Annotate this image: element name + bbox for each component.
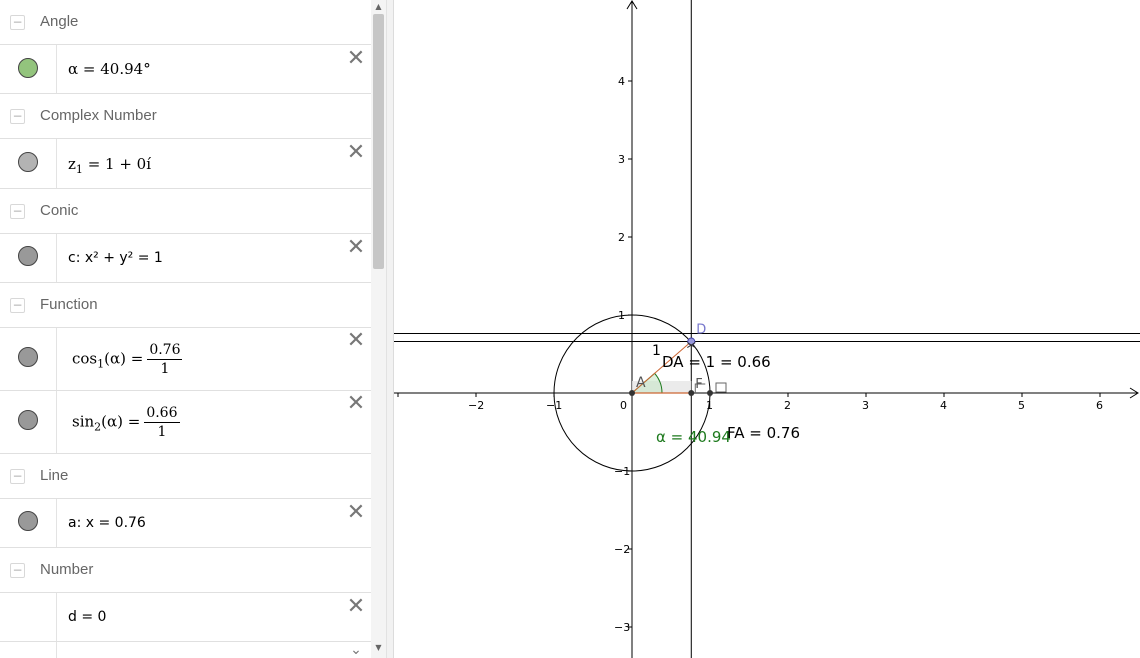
algebra-row-z1[interactable]: z1 = 1 + 0í ✕ <box>0 139 371 189</box>
segment-length-label: 1 <box>652 343 661 359</box>
group-title: Conic <box>40 202 79 219</box>
group-title: Function <box>40 296 98 313</box>
algebra-view: − Angle α = 40.94° ✕ − Complex Number z1… <box>0 0 371 658</box>
group-header-line[interactable]: − Line <box>0 454 371 499</box>
group-header-function[interactable]: − Function <box>0 283 371 328</box>
algebra-row-sin[interactable]: sin2(α) = 0.66 1 ✕ <box>0 391 371 454</box>
x-tick-label: 4 <box>940 399 947 412</box>
algebra-row-a[interactable]: a: x = 0.76 ✕ <box>0 499 371 548</box>
visibility-toggle[interactable] <box>18 246 38 266</box>
x-tick-label: 5 <box>1018 399 1025 412</box>
collapse-icon[interactable]: − <box>10 298 25 313</box>
point-z1 <box>707 390 713 396</box>
y-tick-label: −1 <box>614 465 630 478</box>
x-tick-label: −2 <box>468 399 484 412</box>
algebra-row-partial[interactable]: ⌄ <box>0 642 371 658</box>
expression[interactable]: α = 40.94° <box>68 60 151 78</box>
x-tick-label: 6 <box>1096 399 1103 412</box>
visibility-toggle[interactable] <box>18 410 38 430</box>
group-title: Complex Number <box>40 107 157 124</box>
visibility-toggle[interactable] <box>18 347 38 367</box>
expression[interactable]: d = 0 <box>68 609 106 625</box>
delete-icon[interactable]: ✕ <box>346 142 366 164</box>
visibility-toggle[interactable] <box>18 152 38 172</box>
delete-icon[interactable]: ✕ <box>346 330 366 352</box>
scroll-up-icon[interactable]: ▲ <box>373 2 384 12</box>
x-tick-label: 2 <box>784 399 791 412</box>
group-header-number[interactable]: − Number <box>0 548 371 593</box>
group-title: Angle <box>40 13 79 30</box>
expression[interactable]: sin2(α) = 0.66 1 <box>72 405 180 440</box>
right-angle-marker <box>715 382 727 393</box>
group-title: Line <box>40 467 69 484</box>
visibility-toggle[interactable] <box>18 511 38 531</box>
delete-icon[interactable]: ✕ <box>346 48 366 70</box>
delete-icon[interactable]: ✕ <box>346 596 366 618</box>
expression[interactable]: c: x² + y² = 1 <box>68 250 163 266</box>
scroll-down-icon[interactable]: ▼ <box>373 643 384 653</box>
y-tick-label: −3 <box>614 621 630 634</box>
delete-icon[interactable]: ✕ <box>346 393 366 415</box>
x-tick-label: 0 <box>620 399 627 412</box>
point-a <box>629 390 635 396</box>
point-d-label: D <box>696 323 706 338</box>
expression[interactable]: z1 = 1 + 0í <box>68 155 151 176</box>
da-label: DA = 1 = 0.66 <box>662 353 771 371</box>
collapse-icon[interactable]: − <box>10 109 25 124</box>
expression[interactable]: cos1(α) = 0.76 1 <box>72 342 183 377</box>
point-a-label: A <box>636 375 646 391</box>
group-header-conic[interactable]: − Conic <box>0 189 371 234</box>
expression[interactable]: a: x = 0.76 <box>68 515 146 531</box>
group-header-angle[interactable]: − Angle <box>0 0 371 45</box>
x-tick-label: 3 <box>862 399 869 412</box>
algebra-row-alpha[interactable]: α = 40.94° ✕ <box>0 45 371 94</box>
y-tick-label: 2 <box>618 231 625 244</box>
view-divider[interactable] <box>386 0 394 658</box>
graphics-canvas[interactable]: −2 −1 0 1 2 3 4 5 64321−1−2−3 D A F 1 DA = 1 = 0… <box>394 0 1140 658</box>
delete-icon[interactable]: ✕ <box>346 237 366 259</box>
algebra-row-d[interactable]: d = 0 ✕ <box>0 593 371 642</box>
chevron-down-icon[interactable]: ⌄ <box>346 643 366 658</box>
visibility-toggle[interactable] <box>18 58 38 78</box>
point-f-label: F <box>695 377 702 392</box>
scrollbar-thumb[interactable] <box>373 14 384 269</box>
angle-alpha-label: α = 40.94 <box>656 428 731 446</box>
point-f <box>688 390 695 396</box>
y-tick-label: 3 <box>618 153 625 166</box>
collapse-icon[interactable]: − <box>10 204 25 219</box>
algebra-row-c[interactable]: c: x² + y² = 1 ✕ <box>0 234 371 283</box>
delete-icon[interactable]: ✕ <box>346 502 366 524</box>
y-tick-label: 4 <box>618 75 625 88</box>
group-header-complex-number[interactable]: − Complex Number <box>0 94 371 139</box>
y-tick-label: −2 <box>614 543 630 556</box>
collapse-icon[interactable]: − <box>10 469 25 484</box>
collapse-icon[interactable]: − <box>10 15 25 30</box>
fa-label: FA = 0.76 <box>727 424 800 442</box>
graphics-view[interactable]: −2 −1 0 1 2 3 4 5 6 4 3 2 1 −1 −2 −3 D A F 1 DA = 1 = 0… <box>394 0 1140 658</box>
group-title: Number <box>40 561 94 578</box>
algebra-row-cos[interactable]: cos1(α) = 0.76 1 ✕ <box>0 328 371 391</box>
collapse-icon[interactable]: − <box>10 563 25 578</box>
